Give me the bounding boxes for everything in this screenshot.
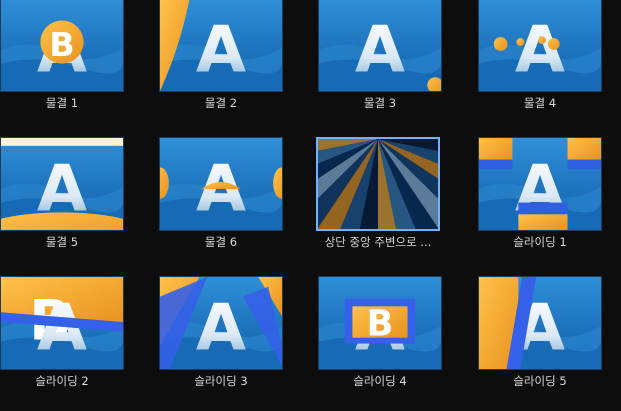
thumbnail-image: A <box>319 0 441 91</box>
transition-label: 물결 5 <box>45 235 79 249</box>
thumbnail-image: BA <box>1 277 123 369</box>
thumbnail-image: A <box>479 138 601 230</box>
thumbnail-image: A <box>160 138 282 230</box>
svg-text:A: A <box>196 13 246 88</box>
transition-tile[interactable]: A 물결 5 <box>0 137 128 255</box>
transition-label: 슬라이딩 1 <box>513 235 567 249</box>
svg-text:B: B <box>49 25 75 64</box>
svg-text:A: A <box>196 152 246 227</box>
thumbnail-image: A B <box>319 277 441 369</box>
transition-label: 슬라이딩 2 <box>35 374 89 388</box>
transition-label: 물결 1 <box>45 96 79 110</box>
transition-label: 슬라이딩 5 <box>513 374 567 388</box>
transition-tile[interactable]: BA 슬라이딩 2 <box>0 276 128 394</box>
transition-thumbnail[interactable] <box>316 137 440 231</box>
transition-thumbnail[interactable]: A <box>478 0 602 92</box>
thumbnail-image: A <box>479 0 601 91</box>
transition-thumbnail[interactable]: A <box>478 276 602 370</box>
transition-label: 슬라이딩 4 <box>353 374 407 388</box>
transition-thumbnail[interactable]: AB <box>0 0 124 92</box>
svg-text:A: A <box>196 291 246 366</box>
transition-tile[interactable]: A 물결 6 <box>159 137 287 255</box>
transition-thumbnail[interactable]: A <box>159 137 283 231</box>
svg-text:A: A <box>355 13 405 88</box>
transition-tile[interactable]: A 슬라이딩 5 <box>478 276 606 394</box>
transition-thumbnail[interactable]: A <box>0 137 124 231</box>
thumbnail-image: A <box>160 0 282 91</box>
thumbnail-image <box>318 139 438 229</box>
transition-thumbnail[interactable]: A <box>159 0 283 92</box>
transition-label: 상단 중앙 주변으로 ... <box>324 235 432 249</box>
thumbnail-image: AB <box>1 0 123 91</box>
transition-tile[interactable]: A 물결 2 <box>159 0 287 116</box>
transition-tile[interactable]: A 슬라이딩 3 <box>159 276 287 394</box>
transition-label: 물결 2 <box>204 96 238 110</box>
transition-label: 물결 4 <box>523 96 557 110</box>
transition-tile[interactable]: A B 슬라이딩 4 <box>318 276 446 394</box>
transition-thumbnail[interactable]: A <box>159 276 283 370</box>
thumbnail-image: A <box>160 277 282 369</box>
transition-thumbnail[interactable]: BA <box>0 276 124 370</box>
transition-thumbnail[interactable]: A <box>478 137 602 231</box>
transition-tile[interactable]: AB 물결 1 <box>0 0 128 116</box>
svg-text:B: B <box>367 304 394 345</box>
thumbnail-image: A <box>1 138 123 230</box>
transition-label: 물결 3 <box>363 96 397 110</box>
transition-label: 슬라이딩 3 <box>194 374 248 388</box>
transition-thumbnail[interactable]: A <box>318 0 442 92</box>
transition-tile[interactable]: A 물결 3 <box>318 0 446 116</box>
transition-label: 물결 6 <box>204 235 238 249</box>
transition-tile-selected[interactable]: 상단 중앙 주변으로 ... <box>316 137 444 255</box>
transition-tile[interactable]: A 물결 4 <box>478 0 606 116</box>
svg-text:A: A <box>515 13 565 88</box>
thumbnail-image: A <box>479 277 601 369</box>
transition-thumbnail[interactable]: A B <box>318 276 442 370</box>
transition-tile[interactable]: A 슬라이딩 1 <box>478 137 606 255</box>
svg-text:A: A <box>37 152 87 227</box>
transition-grid: AB 물결 1 A 물결 2 <box>0 0 621 411</box>
